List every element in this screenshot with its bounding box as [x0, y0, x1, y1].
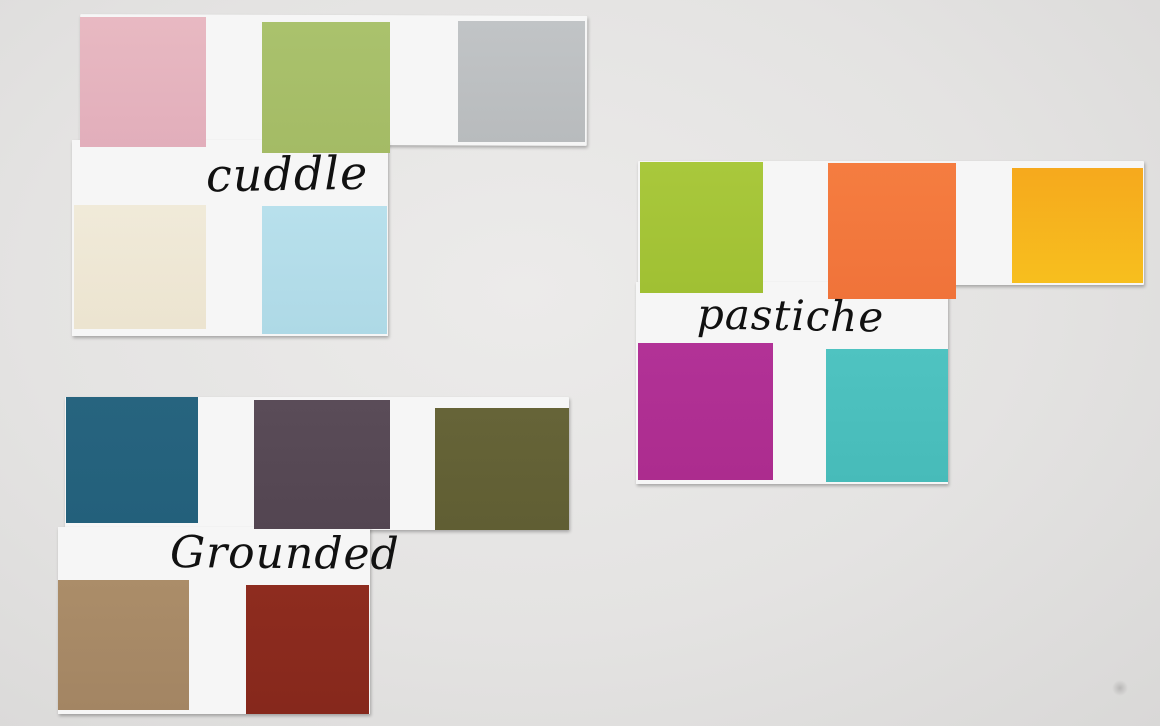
- dust-spot: [1112, 680, 1128, 696]
- grounded-label: Grounded: [169, 526, 400, 581]
- cuddle-swatch-cream: [74, 205, 206, 329]
- cuddle-swatch-green: [262, 22, 390, 153]
- photo-background: { "labels": { "cuddle": "cuddle", "pasti…: [0, 0, 1160, 726]
- pastiche-swatch-lime: [640, 162, 763, 293]
- cuddle-swatch-grey: [458, 21, 585, 142]
- cuddle-swatch-pink: [80, 17, 206, 147]
- pastiche-label: pastiche: [696, 289, 885, 342]
- grounded-swatch-olive: [435, 408, 569, 530]
- pastiche-swatch-teal: [826, 349, 948, 482]
- cuddle-label: cuddle: [205, 145, 369, 203]
- cuddle-swatch-blue: [262, 206, 387, 334]
- pastiche-swatch-magenta: [638, 343, 773, 480]
- grounded-swatch-petrol-blue: [66, 397, 198, 523]
- pastiche-swatch-yellow: [1012, 168, 1143, 283]
- grounded-swatch-brick-red: [246, 585, 369, 714]
- grounded-swatch-plum: [254, 400, 390, 529]
- pastiche-swatch-orange: [828, 163, 956, 299]
- grounded-swatch-tan: [58, 580, 189, 710]
